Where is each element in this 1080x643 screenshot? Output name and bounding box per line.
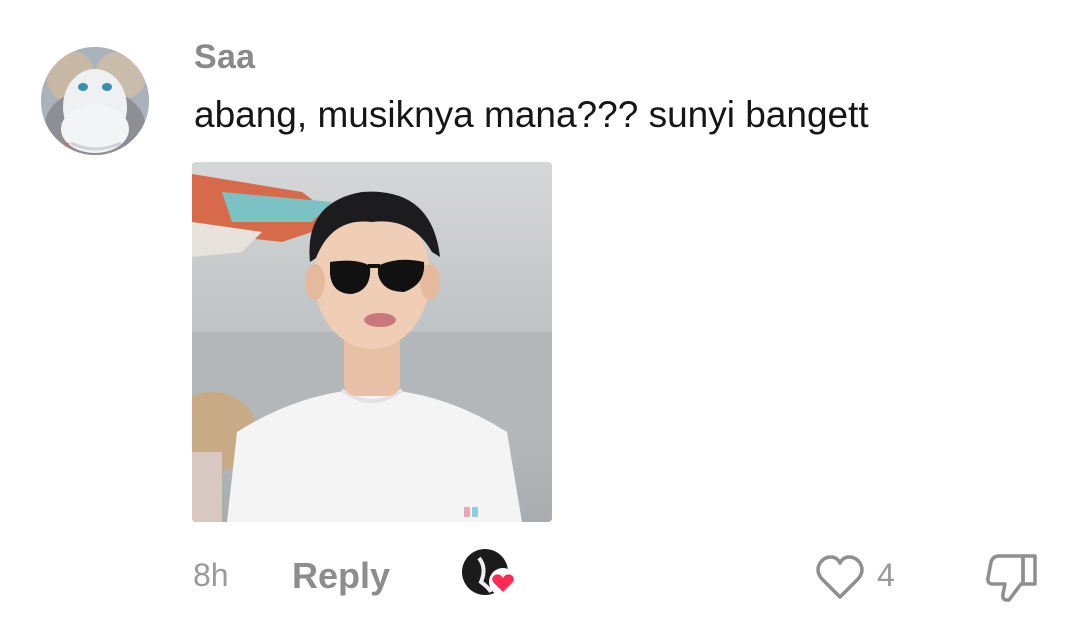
like-button[interactable]	[815, 553, 865, 601]
comment-attached-image[interactable]	[192, 162, 552, 522]
comment-text: abang, musiknya mana??? sunyi bangett	[194, 94, 869, 135]
heart-outline-icon	[816, 555, 864, 599]
comment-item: Saa abang, musiknya mana??? sunyi banget…	[0, 0, 1080, 643]
attached-photo-illustration	[192, 162, 552, 522]
thumbs-down-outline-icon	[986, 554, 1037, 602]
comment-timestamp: 8h	[193, 557, 229, 593]
creator-liked-heart-icon	[462, 549, 517, 596]
avatar-image	[41, 47, 149, 155]
dislike-button[interactable]	[985, 550, 1041, 604]
like-count: 4	[877, 557, 895, 593]
creator-liked-badge	[461, 548, 521, 600]
reply-button[interactable]: Reply	[292, 555, 390, 597]
user-avatar[interactable]	[41, 47, 149, 155]
comment-username[interactable]: Saa	[194, 38, 255, 77]
